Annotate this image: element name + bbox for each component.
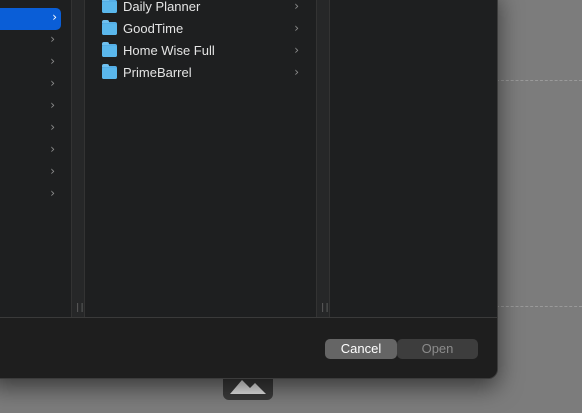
column-divider[interactable]: || [316,0,330,317]
chevron-right-icon: › [50,32,55,46]
resize-grip-icon[interactable]: || [75,303,85,313]
location-row[interactable]: › [0,30,71,52]
chevron-right-icon: › [50,98,55,112]
drop-zone-border-bottom [496,306,582,307]
open-button[interactable]: Open [397,339,478,359]
folder-row[interactable]: Home Wise Full › [86,40,316,62]
folder-row[interactable]: Daily Planner › [86,0,316,18]
location-row[interactable]: › [0,118,71,140]
drop-zone-border-top [496,80,582,81]
preview-column [331,0,497,317]
chevron-right-icon: › [50,186,55,200]
location-row[interactable]: › [0,52,71,74]
folder-icon [102,42,117,57]
folder-icon [102,0,117,13]
chevron-right-icon: › [50,120,55,134]
chevron-right-icon: › [50,142,55,156]
column-browser: ›››››››››› || Daily Planner›GoodTime›Hom… [0,0,497,317]
chevron-right-icon: › [50,164,55,178]
dialog-footer: Cancel Open [0,317,497,378]
location-row[interactable]: › [0,0,71,8]
chevron-right-icon: › [52,10,57,24]
folder-name: Daily Planner [123,0,201,14]
column-divider[interactable]: || [71,0,85,317]
chevron-right-icon: › [294,65,299,79]
chevron-right-icon: › [50,0,55,2]
resize-grip-icon[interactable]: || [320,303,330,313]
open-file-dialog: ›››››››››› || Daily Planner›GoodTime›Hom… [0,0,498,379]
chevron-right-icon: › [294,43,299,57]
folder-row[interactable]: PrimeBarrel › [86,62,316,84]
location-row[interactable]: › [0,74,71,96]
cancel-button[interactable]: Cancel [325,339,397,359]
chevron-right-icon: › [50,54,55,68]
folder-icon [102,20,117,35]
location-row[interactable]: › [0,140,71,162]
folder-row[interactable]: GoodTime › [86,18,316,40]
folder-column: Daily Planner › GoodTime › Home Wise Full › Pr… [86,0,316,317]
folder-name: PrimeBarrel [123,65,192,80]
chevron-right-icon: › [294,0,299,13]
folder-name: GoodTime [123,21,184,36]
folder-icon [102,64,117,79]
folder-name: Home Wise Full [123,43,215,58]
location-row[interactable]: › [0,162,71,184]
location-column: › › › › › › › › › › [0,0,71,317]
location-row[interactable]: › [0,184,71,206]
chevron-right-icon: › [294,21,299,35]
location-row[interactable]: › [0,96,71,118]
chevron-right-icon: › [50,76,55,90]
location-row[interactable]: › [0,8,61,30]
